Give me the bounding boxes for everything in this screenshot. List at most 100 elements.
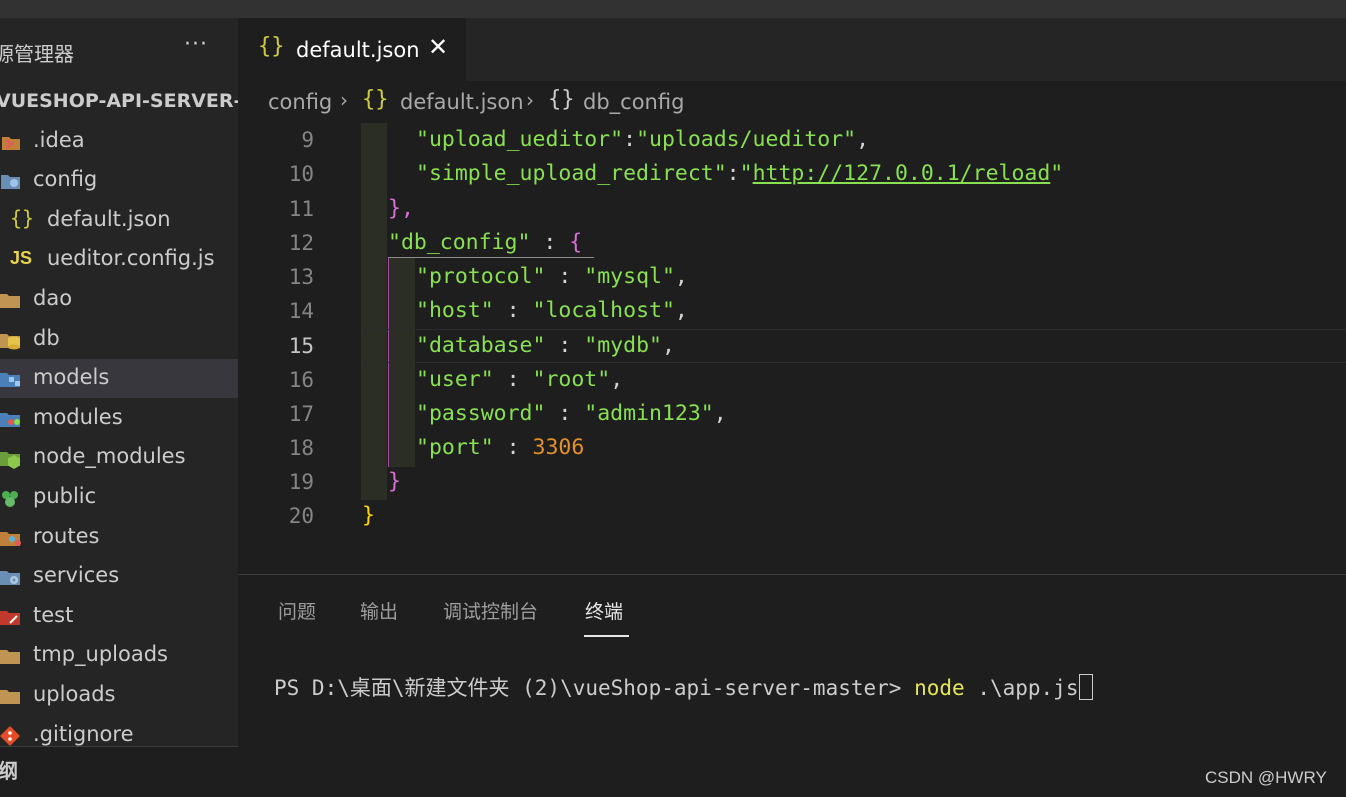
json-file-icon: {} <box>258 34 285 59</box>
tree-item-label: routes <box>33 524 100 548</box>
chevron-right-icon: › <box>340 88 348 112</box>
bottom-panel: 问题 输出 调试控制台 终端 PS D:\桌面\新建文件夹 (2)\vueSho… <box>238 574 1346 797</box>
tree-item-idea[interactable]: .idea <box>0 122 238 161</box>
code-line-13: "protocol" : "mysql", <box>416 264 688 289</box>
outline-section[interactable]: 纲 <box>0 746 238 796</box>
line-number: 20 <box>288 504 314 528</box>
explorer-title: 源管理器 <box>0 42 74 66</box>
code-line-15: "database" : "mydb", <box>416 333 675 358</box>
tree-item-tmp-uploads[interactable]: tmp_uploads <box>0 636 238 675</box>
tree-item-label: models <box>33 365 110 389</box>
folder-icon <box>0 650 20 664</box>
node-folder-icon <box>0 452 20 469</box>
tab-terminal[interactable]: 终端 <box>585 597 623 624</box>
git-icon <box>0 726 20 746</box>
tree-item-routes[interactable]: routes <box>0 518 238 557</box>
terminal-output[interactable]: PS D:\桌面\新建文件夹 (2)\vueShop-api-server-ma… <box>274 672 1094 702</box>
tree-item-label: db <box>33 326 60 350</box>
explorer-sidebar: 源管理器 ··· VUESHOP-API-SERVER-M... .idea c… <box>0 18 238 796</box>
code-line-16: "user" : "root", <box>416 367 624 392</box>
tree-item-node-modules[interactable]: node_modules <box>0 438 238 477</box>
explorer-header: 源管理器 ··· <box>0 18 238 80</box>
models-folder-icon <box>0 373 20 387</box>
code-line-18: "port" : 3306 <box>416 435 585 460</box>
tree-item-default-json[interactable]: {} default.json <box>0 201 238 240</box>
code-line-20: } <box>362 503 375 528</box>
tree-item-label: test <box>33 603 74 627</box>
tab-label: default.json <box>296 38 420 62</box>
json-file-icon: {} <box>10 206 35 230</box>
tree-item-label: .gitignore <box>33 722 134 746</box>
tree-item-test[interactable]: test <box>0 597 238 636</box>
tree-item-label: config <box>33 167 98 191</box>
tree-item-label: .idea <box>33 128 85 152</box>
code-line-12: "db_config" : { <box>388 230 583 255</box>
line-number: 11 <box>288 197 314 221</box>
outline-label: 纲 <box>0 759 18 783</box>
code-editor[interactable]: 9 10 11 12 13 14 15 16 17 18 19 20 "uplo… <box>238 123 1346 574</box>
config-folder-icon <box>1 175 20 189</box>
public-folder-icon <box>2 491 18 507</box>
breadcrumb-folder[interactable]: config <box>268 90 332 114</box>
code-line-14: "host" : "localhost", <box>416 298 688 323</box>
line-number: 19 <box>288 470 314 494</box>
breadcrumb-file[interactable]: default.json <box>400 90 524 114</box>
tree-item-modules[interactable]: modules <box>0 399 238 438</box>
project-root[interactable]: VUESHOP-API-SERVER-M... <box>0 80 238 120</box>
line-number: 15 <box>288 334 314 358</box>
code-line-11: }, <box>388 196 414 221</box>
tree-item-label: modules <box>33 405 123 429</box>
routes-folder-icon <box>0 532 21 546</box>
breadcrumb: config › {} default.json › {} db_config <box>238 81 1346 123</box>
line-number: 17 <box>288 402 314 426</box>
line-number: 9 <box>301 128 314 152</box>
tree-item-public[interactable]: public <box>0 478 238 517</box>
idea-folder-icon <box>2 137 20 150</box>
line-number: 13 <box>288 265 314 289</box>
tab-problems[interactable]: 问题 <box>278 597 316 624</box>
tree-item-label: uploads <box>33 682 116 706</box>
code-line-19: } <box>388 469 401 494</box>
test-folder-icon <box>0 611 20 625</box>
tree-item-dao[interactable]: dao <box>0 280 238 319</box>
tree-item-models[interactable]: models <box>0 359 238 398</box>
line-number: 18 <box>288 436 314 460</box>
tree-item-label: public <box>33 484 97 508</box>
line-number: 16 <box>288 368 314 392</box>
tree-item-label: ueditor.config.js <box>47 246 215 270</box>
terminal-cursor <box>1079 674 1094 700</box>
line-number: 12 <box>288 231 314 255</box>
project-name: VUESHOP-API-SERVER-M... <box>0 90 238 112</box>
tree-item-ueditor-config[interactable]: JS ueditor.config.js <box>0 240 238 279</box>
url-link[interactable]: http://127.0.0.1/reload <box>753 161 1051 186</box>
code-line-17: "password" : "admin123", <box>416 401 727 426</box>
tree-item-label: services <box>33 563 120 587</box>
folder-icon <box>0 294 20 308</box>
services-folder-icon <box>0 571 20 585</box>
line-number: 14 <box>288 299 314 323</box>
tree-item-services[interactable]: services <box>0 557 238 596</box>
more-actions-icon[interactable]: ··· <box>184 32 208 57</box>
close-icon[interactable]: ✕ <box>428 33 448 61</box>
folder-icon <box>0 690 20 704</box>
breadcrumb-symbol[interactable]: db_config <box>583 90 684 114</box>
watermark: CSDN @HWRY <box>1205 768 1327 787</box>
js-file-icon: JS <box>10 248 33 268</box>
tree-item-config[interactable]: config <box>0 161 238 200</box>
tab-default-json[interactable]: {} default.json ✕ <box>238 18 466 81</box>
modules-folder-icon <box>0 413 20 427</box>
tab-output[interactable]: 输出 <box>360 597 398 624</box>
tree-item-db[interactable]: db <box>0 320 238 359</box>
tree-item-uploads[interactable]: uploads <box>0 676 238 715</box>
code-line-9: "upload_ueditor":"uploads/ueditor", <box>416 127 870 152</box>
json-file-icon: {} <box>362 87 389 112</box>
tree-item-label: default.json <box>47 207 171 231</box>
indent-guide <box>361 123 387 500</box>
object-symbol-icon: {} <box>548 87 575 112</box>
tab-debug-console[interactable]: 调试控制台 <box>443 597 538 624</box>
menu-bar <box>0 0 1346 18</box>
code-line-10: "simple_upload_redirect":"http://127.0.0… <box>416 161 1064 186</box>
active-tab-indicator <box>584 635 629 637</box>
tree-item-label: dao <box>33 286 73 310</box>
tree-item-label: tmp_uploads <box>33 642 168 666</box>
